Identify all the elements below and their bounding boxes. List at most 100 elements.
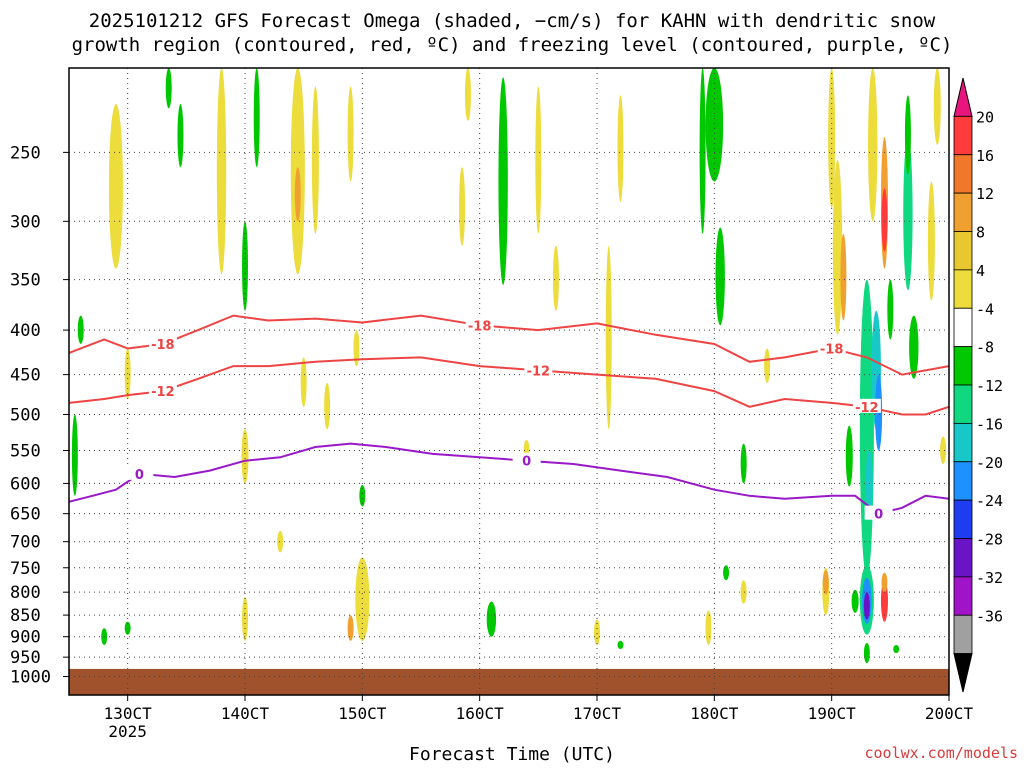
colorbar-band [953,115,973,156]
omega-patch [617,95,624,202]
colorbar-tip-bottom [953,653,973,693]
x-tick-sublabel: 2025 [108,722,147,741]
y-axis: 2503003504004505005506006507007508008509… [10,143,69,688]
omega-patch [904,95,911,175]
colorbar-label: 20 [976,108,994,126]
colorbar-band [953,307,973,348]
colorbar-band [953,269,973,309]
contour-label: 0 [522,455,531,470]
omega-patch [881,572,888,593]
x-tick-label: 170CT [573,704,622,723]
omega-patch [887,279,894,340]
colorbar-label: -4 [976,300,994,318]
y-tick-label: 300 [10,212,41,232]
colorbar-label: -32 [976,569,1003,587]
contour-0 [69,442,949,515]
contour--18 [69,314,949,376]
omega-patch [893,645,900,654]
omega-patch [940,436,947,465]
x-tick-label: 130CT [104,704,153,723]
colorbar-label: -36 [976,607,1003,625]
omega-patch [347,86,354,182]
y-tick-label: 600 [10,474,41,494]
omega-patch [300,357,307,407]
colorbar-band [953,614,973,655]
omega-patch [859,279,874,578]
y-tick-label: 550 [10,442,41,462]
omega-patch [311,86,319,234]
colorbar-label: 8 [976,224,985,242]
x-axis: 130CT 140CT 150CT 160CT 170CT 180CT 190CT 200CT… [104,695,974,741]
y-tick-label: 500 [10,405,41,425]
omega-patch [486,601,497,637]
omega-patch [740,580,747,604]
colorbar-band [953,192,973,232]
omega-patch [822,570,829,595]
colorbar-band [953,538,973,578]
omega-patch [177,104,184,168]
omega-patch [723,565,730,581]
omega-patch [242,221,248,311]
omega-patch [740,443,747,484]
colorbar-label: 16 [976,147,994,165]
contour-label: -12 [151,385,175,400]
colorbar-band [953,346,973,386]
colorbar-tip-top [953,77,973,117]
colorbar: 20 16 12 8 4 -4 -8 -12 -16 -20 -24 -28 -32 -36 [953,77,1003,693]
omega-patch [764,348,771,383]
colorbar-band [953,154,973,194]
contour-lines: -18 -18 -18 -12 -12 -12 0 0 0 [69,314,949,523]
y-tick-label: 750 [10,559,41,579]
omega-patch [165,68,172,109]
omega-patch [552,245,559,311]
colorbar-label: 12 [976,185,994,203]
x-tick-label: 140CT [221,704,270,723]
omega-patch [617,640,624,650]
attribution-text: coolwx.com/models [864,744,1018,762]
colorbar-band [953,461,973,501]
colorbar-label: -20 [976,454,1003,472]
omega-patch [77,315,84,345]
omega-time-height-chart: -18 -18 -18 -12 -12 -12 0 0 0 250 300 350 400 450 500 5… [10,67,1003,741]
omega-patch [324,382,331,430]
omega-patch [933,68,941,145]
omega-patch [277,530,284,553]
y-tick-label: 400 [10,321,41,341]
y-tick-label: 1000 [10,668,51,688]
colorbar-label: -12 [976,377,1003,395]
omega-patch [459,167,466,246]
colorbar-label: -28 [976,531,1003,549]
contour-label: -12 [527,364,551,379]
omega-patch [347,615,354,641]
omega-patch [863,642,870,664]
colorbar-label: -24 [976,492,1003,510]
omega-patch [715,227,725,326]
omega-patch [832,159,843,335]
y-tick-label: 950 [10,648,41,668]
y-tick-label: 700 [10,533,41,553]
contour-label: -12 [855,401,879,416]
y-tick-label: 850 [10,606,41,626]
x-tick-label: 180CT [690,704,739,723]
omega-patch [216,68,227,275]
x-tick-label: 200CT [925,704,974,723]
omega-patch [845,425,853,487]
omega-patch [699,68,706,234]
colorbar-label: 4 [976,262,985,280]
omega-patch [868,68,878,222]
omega-patch [294,167,301,222]
contour-label: 0 [135,468,144,483]
contour-label: -18 [820,343,844,358]
x-tick-label: 150CT [338,704,387,723]
omega-patch [464,68,471,121]
colorbar-band [953,499,973,539]
colorbar-band [953,231,973,271]
omega-patch [881,188,888,252]
y-tick-label: 450 [10,366,41,386]
y-tick-label: 650 [10,505,41,525]
colorbar-band [953,422,973,463]
omega-patch [927,181,935,301]
omega-patch [108,104,123,269]
colorbar-label: -8 [976,339,994,357]
omega-patch [535,86,542,234]
